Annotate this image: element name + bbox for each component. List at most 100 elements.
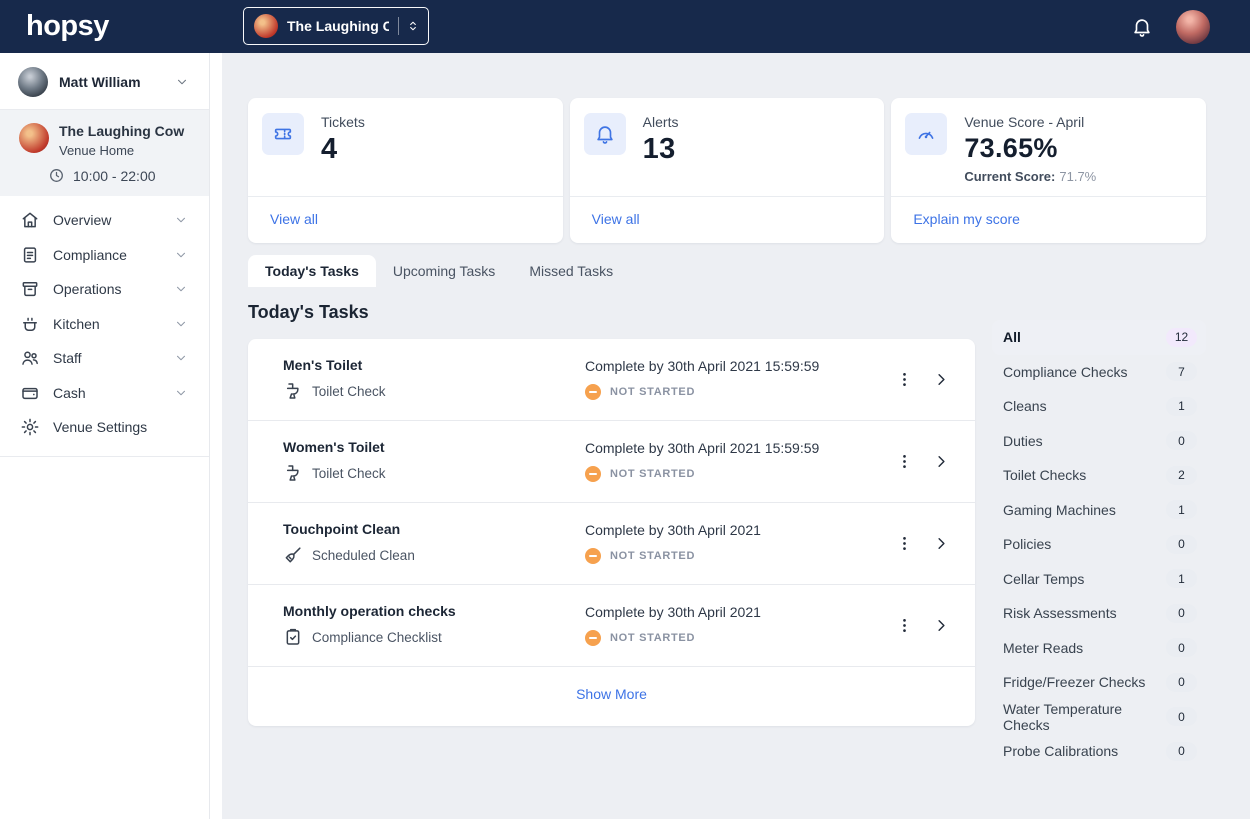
status-label: NOT STARTED — [610, 550, 695, 562]
sidebar-item-cash[interactable]: Cash — [0, 376, 209, 411]
alerts-view-all-link[interactable]: View all — [592, 211, 640, 227]
chevron-right-icon[interactable] — [932, 452, 951, 471]
sidebar-item-label: Staff — [53, 350, 174, 366]
status-badge: NOT STARTED — [585, 630, 895, 646]
venue-home-label: Venue Home — [59, 143, 184, 158]
filter-item-cellar-temps[interactable]: Cellar Temps 1 — [992, 562, 1206, 597]
filter-item-duties[interactable]: Duties 0 — [992, 424, 1206, 459]
task-row: Men's Toilet Toilet Check Complete by 30… — [248, 339, 975, 421]
kebab-menu-icon[interactable] — [895, 534, 914, 553]
main-area: Tickets 4 View all Alerts 13 — [210, 53, 1250, 819]
count-badge: 1 — [1166, 569, 1197, 588]
user-name: Matt William — [59, 74, 164, 90]
count-badge: 0 — [1166, 638, 1197, 657]
filter-item-cleans[interactable]: Cleans 1 — [992, 389, 1206, 424]
kebab-menu-icon[interactable] — [895, 616, 914, 635]
sidebar-item-operations[interactable]: Operations — [0, 272, 209, 307]
sidebar-item-overview[interactable]: Overview — [0, 203, 209, 238]
filter-item-probe-calibrations[interactable]: Probe Calibrations 0 — [992, 734, 1206, 769]
task-due: Complete by 30th April 2021 — [585, 604, 895, 620]
filter-label: Cellar Temps — [1003, 571, 1084, 587]
count-badge: 0 — [1166, 742, 1197, 761]
not-started-icon — [585, 630, 601, 646]
filter-label: Policies — [1003, 536, 1051, 552]
filter-item-gaming-machines[interactable]: Gaming Machines 1 — [992, 493, 1206, 528]
tab-upcoming-tasks[interactable]: Upcoming Tasks — [376, 255, 512, 287]
hopsy-logo: hopsy — [26, 10, 109, 43]
box-icon — [20, 279, 40, 299]
clipboard-icon — [20, 245, 40, 265]
clock-icon — [48, 167, 65, 184]
sidebar-item-label: Kitchen — [53, 316, 174, 332]
current-score-value: 71.7% — [1059, 169, 1096, 184]
filter-item-toilet-checks[interactable]: Toilet Checks 2 — [992, 458, 1206, 493]
tickets-card: Tickets 4 View all — [248, 98, 563, 243]
sidebar-item-label: Overview — [53, 212, 174, 228]
user-avatar[interactable] — [1176, 10, 1210, 44]
status-label: NOT STARTED — [610, 468, 695, 480]
alerts-label: Alerts — [643, 113, 679, 130]
count-badge: 0 — [1166, 673, 1197, 692]
filter-item-all[interactable]: All 12 — [992, 320, 1206, 355]
venue-home-card[interactable]: The Laughing Cow Venue Home 10:00 - 22:0… — [0, 110, 209, 196]
chevron-right-icon[interactable] — [932, 616, 951, 635]
divider — [0, 456, 209, 457]
venue-score-value: 73.65% — [964, 133, 1096, 164]
kebab-menu-icon[interactable] — [895, 452, 914, 471]
filter-item-policies[interactable]: Policies 0 — [992, 527, 1206, 562]
filter-label: Toilet Checks — [1003, 467, 1086, 483]
venue-selector[interactable]: The Laughing Cow — [243, 7, 429, 45]
wallet-icon — [20, 383, 40, 403]
chevron-down-icon — [174, 317, 188, 331]
chevron-down-icon — [175, 75, 189, 89]
task-title: Women's Toilet — [283, 439, 575, 455]
sidebar-item-venue-settings[interactable]: Venue Settings — [0, 410, 209, 445]
count-badge: 0 — [1166, 431, 1197, 450]
task-due: Complete by 30th April 2021 15:59:59 — [585, 440, 895, 456]
status-badge: NOT STARTED — [585, 548, 895, 564]
task-type-label: Compliance Checklist — [312, 630, 442, 645]
venue-score-card: Venue Score - April 73.65% Current Score… — [891, 98, 1206, 243]
venue-avatar — [19, 123, 49, 153]
chevron-right-icon[interactable] — [932, 534, 951, 553]
filter-item-water-temperature-checks[interactable]: Water Temperature Checks 0 — [992, 700, 1206, 735]
filter-item-meter-reads[interactable]: Meter Reads 0 — [992, 631, 1206, 666]
filter-label: Cleans — [1003, 398, 1047, 414]
sidebar-item-label: Venue Settings — [53, 419, 188, 435]
task-row: Monthly operation checks Compliance Chec… — [248, 585, 975, 667]
tickets-label: Tickets — [321, 113, 365, 130]
explain-score-link[interactable]: Explain my score — [913, 211, 1020, 227]
count-badge: 12 — [1166, 328, 1197, 347]
filter-label: Probe Calibrations — [1003, 743, 1118, 759]
gear-icon — [20, 417, 40, 437]
show-more-link[interactable]: Show More — [576, 686, 647, 702]
sidebar-item-staff[interactable]: Staff — [0, 341, 209, 376]
task-row: Women's Toilet Toilet Check Complete by … — [248, 421, 975, 503]
tab-todays-tasks[interactable]: Today's Tasks — [248, 255, 376, 287]
filter-item-fridge-freezer-checks[interactable]: Fridge/Freezer Checks 0 — [992, 665, 1206, 700]
content-panel: Tickets 4 View all Alerts 13 — [222, 53, 1250, 819]
sidebar-item-compliance[interactable]: Compliance — [0, 238, 209, 273]
filter-label: Water Temperature Checks — [1003, 701, 1166, 733]
count-badge: 0 — [1166, 535, 1197, 554]
sidebar-nav: Overview Compliance Operations Kitchen — [0, 196, 209, 457]
notifications-bell-icon[interactable] — [1131, 16, 1153, 38]
chevron-down-icon — [174, 386, 188, 400]
filter-label: Gaming Machines — [1003, 502, 1116, 518]
kebab-menu-icon[interactable] — [895, 370, 914, 389]
filter-label: Risk Assessments — [1003, 605, 1117, 621]
task-type-label: Toilet Check — [312, 384, 386, 399]
home-icon — [20, 210, 40, 230]
venue-selector-avatar — [254, 14, 278, 38]
filter-item-compliance-checks[interactable]: Compliance Checks 7 — [992, 355, 1206, 390]
filter-item-risk-assessments[interactable]: Risk Assessments 0 — [992, 596, 1206, 631]
sidebar-item-kitchen[interactable]: Kitchen — [0, 307, 209, 342]
tab-missed-tasks[interactable]: Missed Tasks — [512, 255, 630, 287]
top-bar: hopsy The Laughing Cow — [0, 0, 1250, 53]
chevron-right-icon[interactable] — [932, 370, 951, 389]
tickets-view-all-link[interactable]: View all — [270, 211, 318, 227]
sidebar-item-label: Compliance — [53, 247, 174, 263]
user-menu[interactable]: Matt William — [0, 53, 209, 109]
filter-label: Fridge/Freezer Checks — [1003, 674, 1145, 690]
sidebar-item-label: Cash — [53, 385, 174, 401]
